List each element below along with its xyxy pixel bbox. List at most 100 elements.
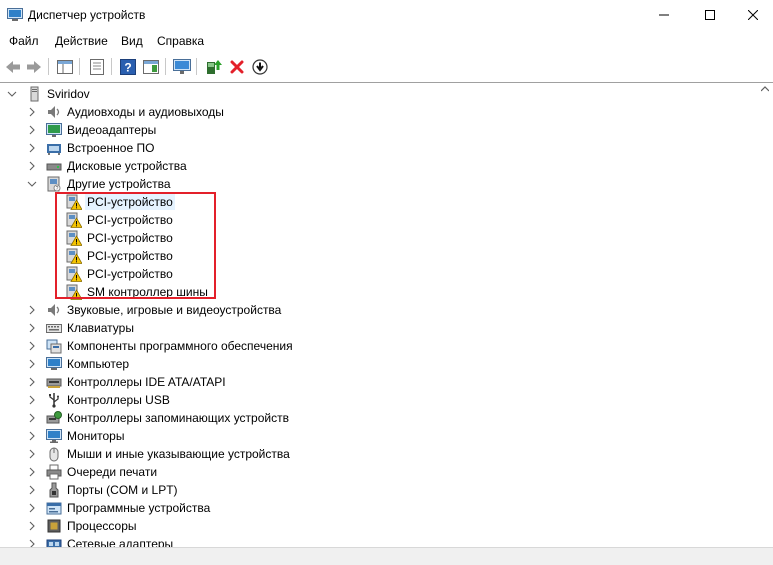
tree-device-item[interactable]: PCI-устройство (0, 247, 760, 265)
tree-expander[interactable] (27, 395, 37, 405)
tree-expander[interactable] (27, 485, 37, 495)
tree-expander[interactable] (27, 503, 37, 513)
expand-arrow-icon[interactable] (28, 341, 36, 351)
expand-arrow-icon[interactable] (28, 125, 36, 135)
tree-expander[interactable] (27, 359, 37, 369)
expand-arrow-icon[interactable] (28, 107, 36, 117)
properties-button[interactable] (87, 57, 106, 76)
expand-arrow-icon[interactable] (28, 395, 36, 405)
disable-device-button[interactable] (250, 57, 269, 76)
menu-help[interactable]: Справка (157, 34, 204, 48)
tree-category-sound[interactable]: Звуковые, игровые и видеоустройства (0, 301, 760, 319)
warning-device-icon (66, 230, 83, 246)
tree-category-print[interactable]: Очереди печати (0, 463, 760, 481)
tree-category-keyboards[interactable]: Клавиатуры (0, 319, 760, 337)
tree-category-other[interactable]: ? Другие устройства (0, 175, 760, 193)
tree-expander[interactable] (27, 143, 37, 153)
expand-arrow-icon[interactable] (28, 431, 36, 441)
tree-expander[interactable] (27, 125, 37, 135)
expand-arrow-icon[interactable] (28, 305, 36, 315)
tree-category-video[interactable]: Видеоадаптеры (0, 121, 760, 139)
tree-item-label: Очереди печати (67, 465, 158, 479)
menu-action[interactable]: Действие (55, 34, 108, 48)
vertical-scrollbar[interactable] (757, 83, 773, 547)
tree-expander[interactable] (27, 305, 37, 315)
tree-expander[interactable] (27, 431, 37, 441)
expand-arrow-icon[interactable] (28, 467, 36, 477)
expand-arrow-icon[interactable] (28, 377, 36, 387)
tree-expander[interactable] (27, 521, 37, 531)
update-driver-button[interactable] (204, 57, 223, 76)
back-button[interactable] (3, 57, 22, 76)
tree-device-item[interactable]: PCI-устройство (0, 193, 760, 211)
tree-expander[interactable] (27, 467, 37, 477)
tree-category-ports[interactable]: Порты (COM и LPT) (0, 481, 760, 499)
tree-category-firmware[interactable]: Встроенное ПО (0, 139, 760, 157)
forward-button[interactable] (24, 57, 43, 76)
expand-arrow-icon[interactable] (28, 485, 36, 495)
title-bar: Диспетчер устройств (0, 0, 773, 30)
scan-hardware-button[interactable] (172, 57, 191, 76)
tree-category-cpu[interactable]: Процессоры (0, 517, 760, 535)
disk-drive-icon (46, 158, 62, 174)
tree-category-mice[interactable]: Мыши и иные указывающие устройства (0, 445, 760, 463)
tree-category-storage[interactable]: Контроллеры запоминающих устройств (0, 409, 760, 427)
tree-expander[interactable] (7, 89, 17, 99)
tree-expander[interactable] (27, 323, 37, 333)
computer-icon (46, 356, 62, 372)
collapse-arrow-icon[interactable] (27, 180, 37, 188)
tree-item-label: Клавиатуры (67, 321, 134, 335)
delete-x-icon (230, 60, 243, 73)
tree-category-disks[interactable]: Дисковые устройства (0, 157, 760, 175)
maximize-button[interactable] (687, 0, 733, 30)
expand-arrow-icon[interactable] (28, 449, 36, 459)
tree-category-ide[interactable]: Контроллеры IDE ATA/ATAPI (0, 373, 760, 391)
tree-expander[interactable] (27, 107, 37, 117)
expand-arrow-icon[interactable] (28, 503, 36, 513)
help-button[interactable]: ? (118, 57, 137, 76)
tree-device-item[interactable]: PCI-устройство (0, 211, 760, 229)
tree-device-item[interactable]: PCI-устройство (0, 229, 760, 247)
scroll-up-arrow-icon[interactable] (761, 86, 769, 92)
action-pane-button[interactable] (141, 57, 160, 76)
tree-expander[interactable] (27, 539, 37, 547)
show-hide-console-tree-button[interactable] (55, 57, 74, 76)
tree-expander[interactable] (27, 161, 37, 171)
tree-root-computer[interactable]: Sviridov (0, 85, 760, 103)
mouse-icon (46, 446, 62, 462)
tree-category-software[interactable]: Компоненты программного обеспечения (0, 337, 760, 355)
expand-arrow-icon[interactable] (28, 539, 36, 547)
tree-expander[interactable] (27, 341, 37, 351)
tree-category-softdev[interactable]: Программные устройства (0, 499, 760, 517)
tree-category-monitors[interactable]: Мониторы (0, 427, 760, 445)
expand-arrow-icon[interactable] (28, 143, 36, 153)
tree-expander[interactable] (27, 413, 37, 423)
tree-item-label: PCI-устройство (87, 213, 173, 227)
tree-category-computer[interactable]: Компьютер (0, 355, 760, 373)
menu-file[interactable]: Файл (9, 34, 39, 48)
device-tree[interactable]: Sviridov Аудиовходы и аудиовыходы Видеоада… (0, 82, 773, 547)
minimize-button[interactable] (641, 0, 687, 30)
menu-view[interactable]: Вид (121, 34, 143, 48)
tree-item-label: Контроллеры USB (67, 393, 170, 407)
toolbar: ? (0, 53, 773, 80)
tree-expander[interactable] (27, 449, 37, 459)
expand-arrow-icon[interactable] (28, 413, 36, 423)
tree-category-net[interactable]: Сетевые адаптеры (0, 535, 760, 547)
tree-device-item[interactable]: SM контроллер шины (0, 283, 760, 301)
collapse-arrow-icon[interactable] (7, 90, 17, 98)
expand-arrow-icon[interactable] (28, 359, 36, 369)
tree-category-usb[interactable]: Контроллеры USB (0, 391, 760, 409)
tree-category-audio-io[interactable]: Аудиовходы и аудиовыходы (0, 103, 760, 121)
expand-arrow-icon[interactable] (28, 161, 36, 171)
expand-arrow-icon[interactable] (28, 521, 36, 531)
close-button[interactable] (733, 0, 773, 30)
tree-item-label: Программные устройства (67, 501, 211, 515)
software-device-icon (46, 500, 62, 516)
tree-expander[interactable] (27, 377, 37, 387)
svg-text:?: ? (56, 186, 59, 192)
tree-device-item[interactable]: PCI-устройство (0, 265, 760, 283)
uninstall-device-button[interactable] (227, 57, 246, 76)
tree-expander[interactable] (27, 179, 37, 189)
expand-arrow-icon[interactable] (28, 323, 36, 333)
